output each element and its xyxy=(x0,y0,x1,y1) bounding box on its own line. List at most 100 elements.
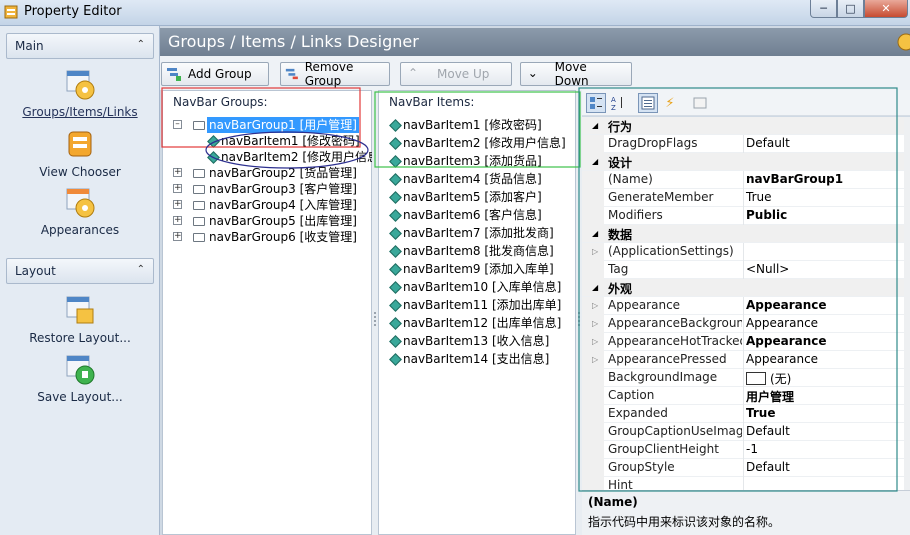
property-category-row[interactable]: ◢ 数据 xyxy=(582,225,904,243)
move-up-button[interactable]: ⌃ Move Up xyxy=(400,62,512,86)
property-row[interactable]: BackgroundImage (无) xyxy=(582,369,904,387)
property-row[interactable]: GroupStyle Default xyxy=(582,459,904,477)
nav-item-label: View Chooser xyxy=(39,165,121,179)
list-item[interactable]: navBarItem7 [添加批发商] xyxy=(389,225,554,241)
property-value[interactable]: True xyxy=(746,406,775,420)
remove-group-button[interactable]: Remove Group xyxy=(280,60,390,88)
property-value[interactable]: Appearance xyxy=(746,298,827,312)
group-icon xyxy=(193,169,205,178)
expand-icon[interactable]: ▷ xyxy=(592,355,598,364)
nav-item-save-layout[interactable]: Save Layout... xyxy=(0,353,160,404)
chevron-up-icon: ⌃ xyxy=(136,39,145,50)
property-value[interactable]: 用户管理 xyxy=(746,388,794,405)
nav-item-appearances[interactable]: Appearances xyxy=(0,186,160,237)
close-button[interactable]: ✕ xyxy=(864,0,908,18)
list-item[interactable]: navBarItem8 [批发商信息] xyxy=(389,243,554,259)
minimize-button[interactable]: ─ xyxy=(810,0,837,18)
list-item[interactable]: navBarItem4 [货品信息] xyxy=(389,171,542,187)
property-value[interactable]: Default xyxy=(746,424,790,438)
lightning-icon: ⚡ xyxy=(665,95,675,111)
expand-icon[interactable]: + xyxy=(173,168,182,177)
property-category-row[interactable]: ◢ 外观 xyxy=(582,279,904,297)
property-row[interactable]: ▷ AppearanceBackground Appearance xyxy=(582,315,904,333)
property-value[interactable]: (无) xyxy=(746,370,791,387)
add-group-button[interactable]: Add Group xyxy=(161,62,269,86)
property-value[interactable]: True xyxy=(746,190,772,204)
property-name: (Name) xyxy=(608,172,653,186)
list-item[interactable]: navBarItem1 [修改密码] xyxy=(389,117,542,133)
property-value[interactable]: Default xyxy=(746,460,790,474)
property-row[interactable]: GroupClientHeight -1 xyxy=(582,441,904,459)
property-row[interactable]: GroupCaptionUseImage Default xyxy=(582,423,904,441)
nav-group-main[interactable]: Main ⌃ xyxy=(6,33,154,59)
categorized-button[interactable] xyxy=(586,93,606,113)
column-divider xyxy=(743,135,744,153)
expand-icon[interactable]: ▷ xyxy=(592,301,598,310)
property-grid-scrollbar[interactable] xyxy=(904,117,910,490)
appearances-icon xyxy=(66,188,95,218)
property-value[interactable]: Public xyxy=(746,208,787,222)
property-category-row[interactable]: ◢ 设计 xyxy=(582,153,904,171)
window-title: Property Editor xyxy=(24,4,122,19)
alphabetical-button[interactable]: A Z xyxy=(608,93,628,113)
collapse-icon[interactable]: ◢ xyxy=(592,121,598,130)
list-item[interactable]: navBarItem2 [修改用户信息] xyxy=(389,135,566,151)
expand-icon[interactable]: + xyxy=(173,200,182,209)
list-item[interactable]: navBarItem3 [添加货品] xyxy=(389,153,542,169)
property-pages-button[interactable] xyxy=(690,93,710,113)
collapse-icon[interactable]: ◢ xyxy=(592,283,598,292)
property-row[interactable]: ▷ AppearancePressed Appearance xyxy=(582,351,904,369)
property-row[interactable]: ▷ AppearanceHotTracked Appearance xyxy=(582,333,904,351)
expand-icon[interactable]: ▷ xyxy=(592,319,598,328)
move-down-button[interactable]: ⌄ Move Down xyxy=(520,60,632,88)
tree-child-row[interactable]: navBarItem2 [修改用户信息] xyxy=(207,149,384,165)
property-row[interactable]: Modifiers Public xyxy=(582,207,904,225)
property-value[interactable]: Appearance xyxy=(746,316,818,330)
property-value[interactable]: Default xyxy=(746,136,790,150)
list-item[interactable]: navBarItem14 [支出信息] xyxy=(389,351,549,367)
list-item[interactable]: navBarItem11 [添加出库单] xyxy=(389,297,561,313)
expand-icon[interactable]: ▷ xyxy=(592,247,598,256)
expand-icon[interactable]: ▷ xyxy=(592,337,598,346)
properties-button[interactable] xyxy=(638,93,658,113)
expand-icon[interactable]: + xyxy=(173,216,182,225)
nav-item-groups-items-links[interactable]: Groups/Items/Links xyxy=(0,68,160,119)
list-item[interactable]: navBarItem9 [添加入库单] xyxy=(389,261,554,277)
nav-group-layout[interactable]: Layout ⌃ xyxy=(6,258,154,284)
property-row[interactable]: DragDropFlags Default xyxy=(582,135,904,153)
list-item[interactable]: navBarItem13 [收入信息] xyxy=(389,333,549,349)
property-name: GroupCaptionUseImage xyxy=(608,424,742,438)
property-value[interactable]: Appearance xyxy=(746,334,827,348)
property-value[interactable]: Appearance xyxy=(746,352,818,366)
events-button[interactable]: ⚡ xyxy=(660,93,680,113)
tree-child-row[interactable]: navBarItem1 [修改密码] xyxy=(207,133,360,149)
property-name: Hint xyxy=(608,478,633,490)
property-value[interactable]: <Null> xyxy=(746,262,789,276)
maximize-button[interactable]: □ xyxy=(837,0,864,18)
property-category-row[interactable]: ◢ 行为 xyxy=(582,117,904,135)
list-item[interactable]: navBarItem5 [添加客户] xyxy=(389,189,542,205)
list-item[interactable]: navBarItem6 [客户信息] xyxy=(389,207,542,223)
collapse-icon[interactable]: – xyxy=(173,120,182,129)
nav-item-view-chooser[interactable]: View Chooser xyxy=(0,128,160,179)
expand-icon[interactable]: + xyxy=(173,232,182,241)
column-divider xyxy=(743,333,744,351)
nav-item-restore-layout[interactable]: Restore Layout... xyxy=(0,294,160,345)
collapse-icon[interactable]: ◢ xyxy=(592,157,598,166)
property-row[interactable]: GenerateMember True xyxy=(582,189,904,207)
list-item[interactable]: navBarItem10 [入库单信息] xyxy=(389,279,561,295)
property-row[interactable]: ▷ (ApplicationSettings) xyxy=(582,243,904,261)
property-row[interactable]: Caption 用户管理 xyxy=(582,387,904,405)
property-row[interactable]: Expanded True xyxy=(582,405,904,423)
column-divider xyxy=(743,351,744,369)
property-row[interactable]: ▷ Appearance Appearance xyxy=(582,297,904,315)
expand-icon[interactable]: + xyxy=(173,184,182,193)
property-value[interactable]: -1 xyxy=(746,442,758,456)
column-divider xyxy=(743,441,744,459)
property-row[interactable]: (Name) navBarGroup1 xyxy=(582,171,904,189)
property-row[interactable]: Hint xyxy=(582,477,904,490)
property-value[interactable]: navBarGroup1 xyxy=(746,172,843,186)
collapse-icon[interactable]: ◢ xyxy=(592,229,598,238)
list-item[interactable]: navBarItem12 [出库单信息] xyxy=(389,315,561,331)
property-row[interactable]: Tag <Null> xyxy=(582,261,904,279)
